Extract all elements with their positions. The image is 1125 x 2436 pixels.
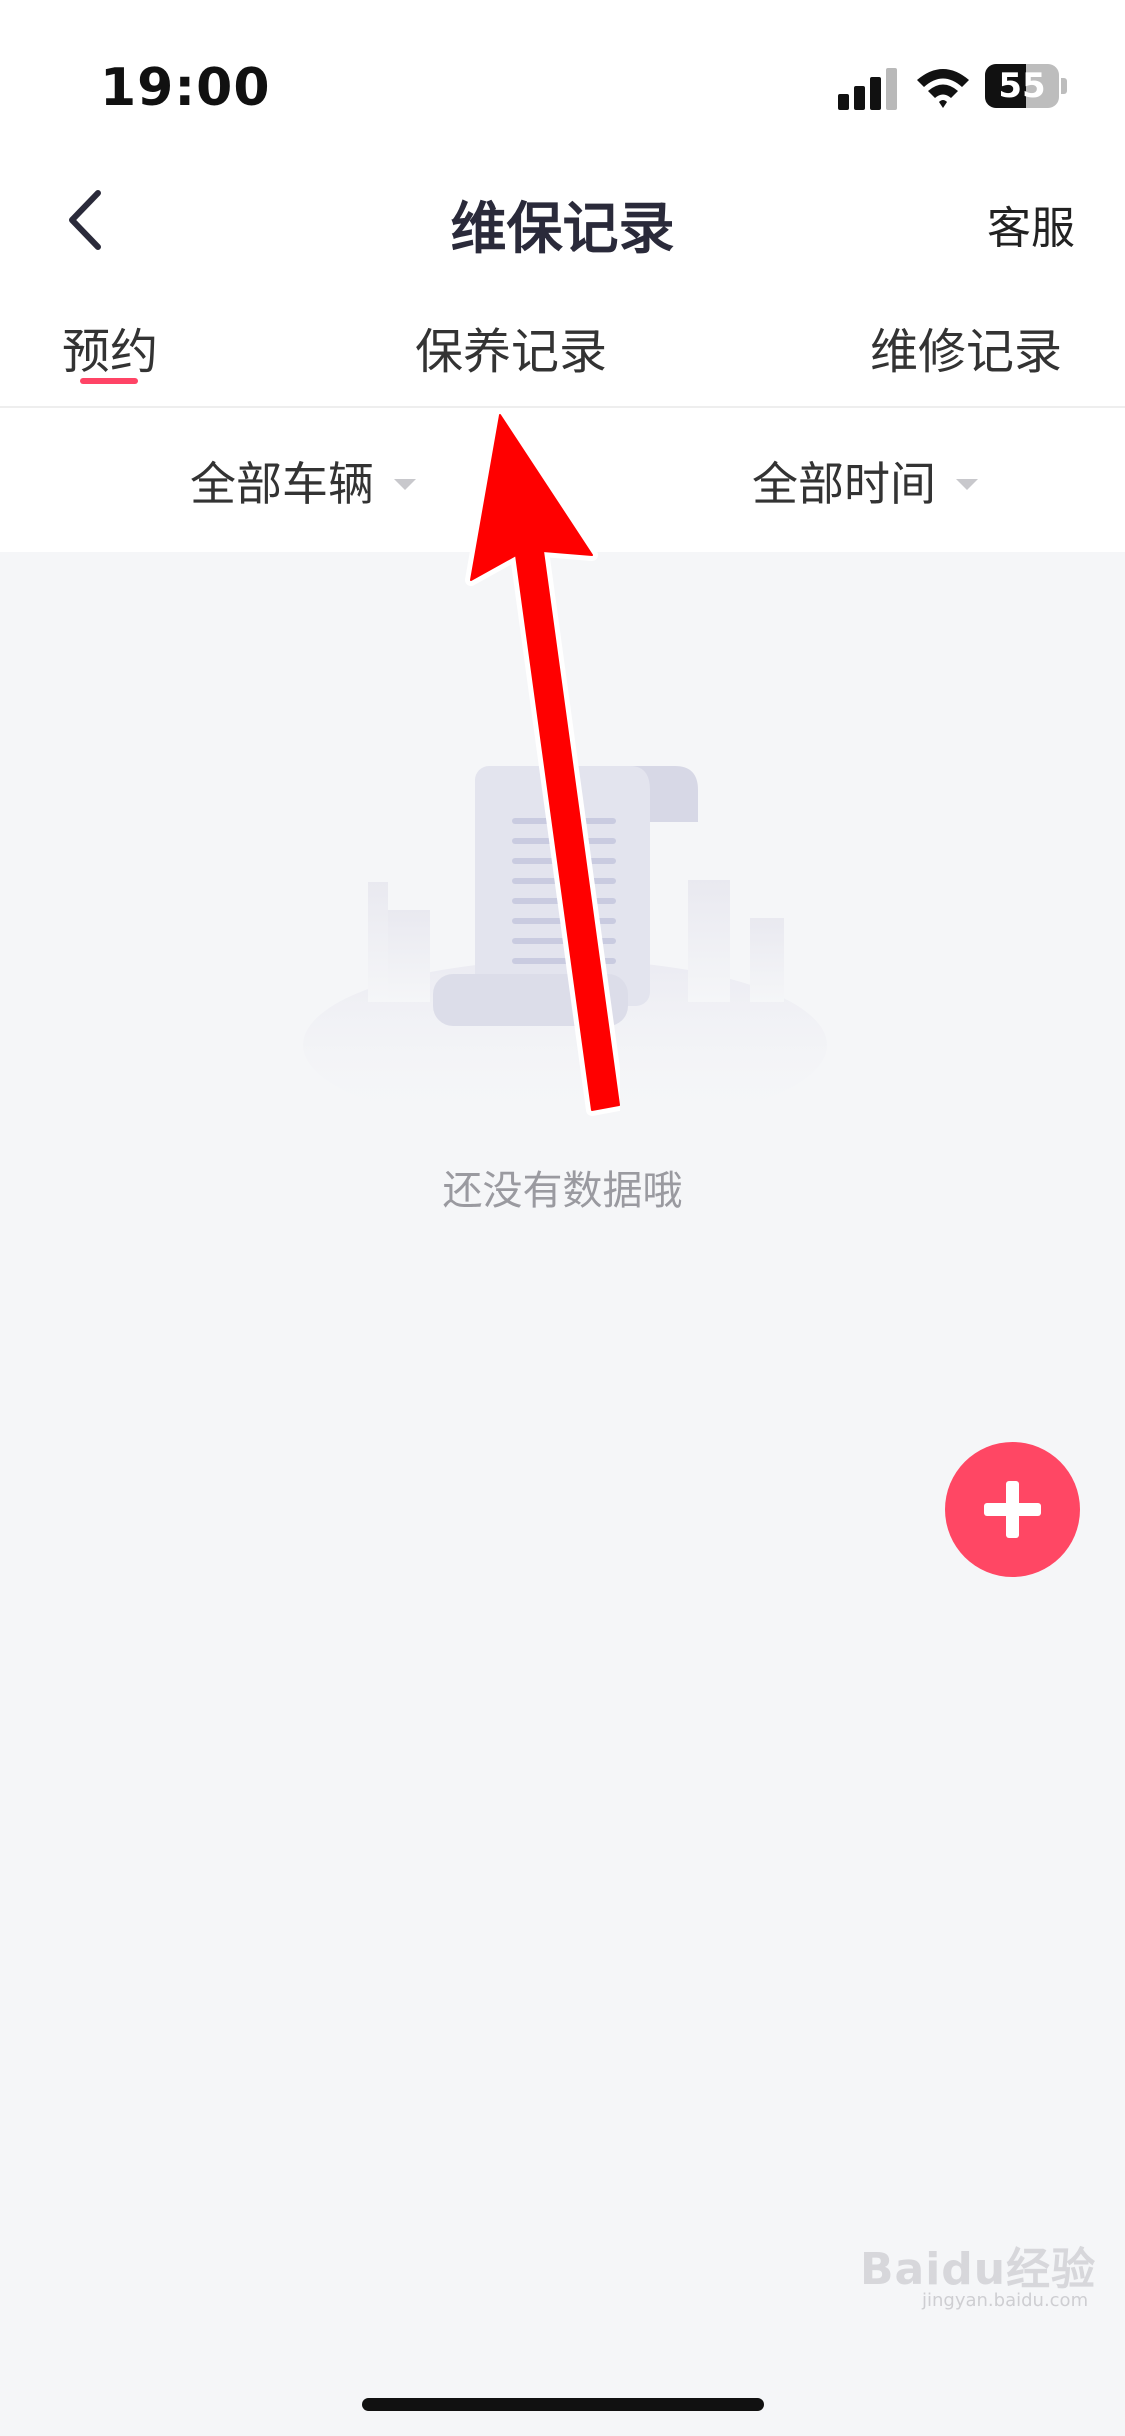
filter-all-time[interactable]: 全部时间 <box>752 448 978 514</box>
filter-label: 全部车辆 <box>190 457 374 511</box>
watermark-logo: Baidu经验 <box>860 2244 1097 2295</box>
filter-all-vehicles[interactable]: 全部车辆 <box>190 448 416 514</box>
wifi-icon <box>917 69 969 108</box>
cellular-signal-icon <box>838 68 900 110</box>
tab-appointment[interactable]: 预约 <box>62 312 158 382</box>
home-indicator[interactable] <box>362 2398 764 2411</box>
battery-icon: 55 <box>985 64 1067 108</box>
status-time: 19:00 <box>100 58 271 118</box>
caret-down-icon <box>394 478 416 490</box>
page-title: 维保记录 <box>450 197 675 262</box>
red-arrow-annotation <box>465 409 620 1116</box>
active-tab-indicator <box>80 378 138 384</box>
caret-down-icon <box>956 478 978 490</box>
tab-maintenance-records[interactable]: 保养记录 <box>415 312 607 382</box>
filter-label: 全部时间 <box>752 457 936 511</box>
add-button[interactable] <box>945 1442 1080 1577</box>
empty-state-message: 还没有数据哦 <box>442 1168 683 1214</box>
tab-repair-records[interactable]: 维修记录 <box>870 312 1062 382</box>
customer-service-button[interactable]: 客服 <box>987 192 1075 256</box>
watermark-url: jingyan.baidu.com <box>922 2290 1089 2311</box>
battery-level: 55 <box>998 66 1046 106</box>
